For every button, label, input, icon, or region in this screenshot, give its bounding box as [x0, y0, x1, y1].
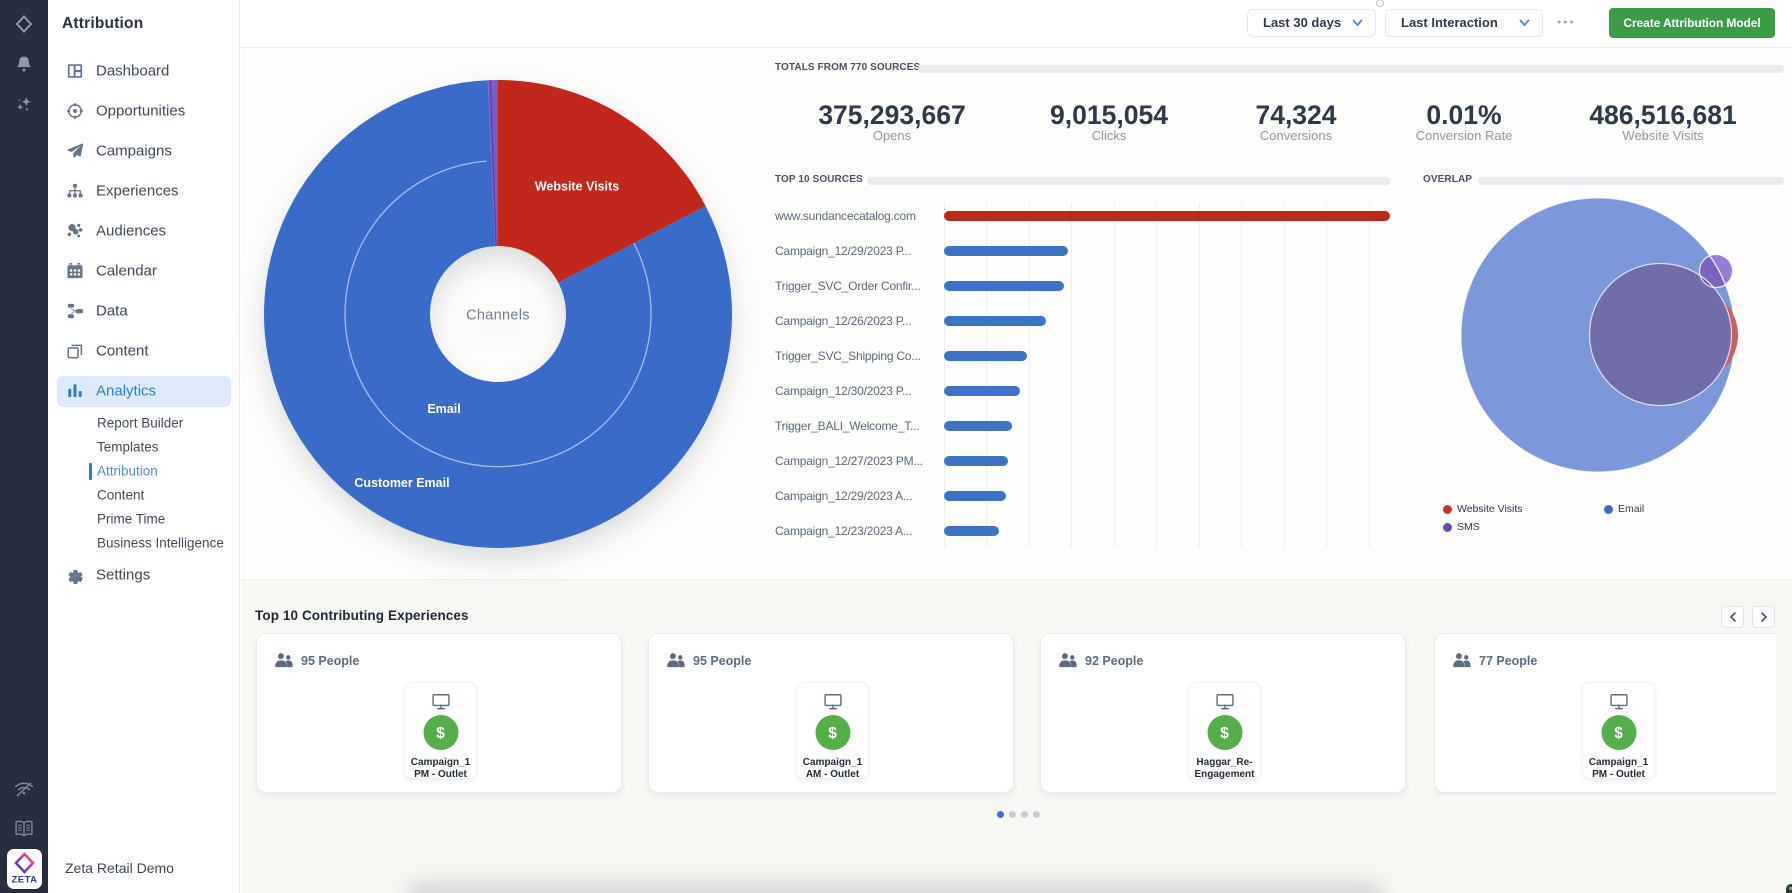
svg-text:Email: Email	[427, 402, 460, 416]
svg-text:Channels: Channels	[466, 308, 530, 324]
svg-text:ZETA: ZETA	[11, 875, 37, 886]
svg-text:$: $	[1220, 725, 1229, 742]
svg-text:Website Visits: Website Visits	[535, 180, 619, 194]
svg-text:$: $	[436, 725, 445, 742]
svg-text:$: $	[828, 725, 837, 742]
svg-text:$: $	[1614, 725, 1623, 742]
svg-text:Customer Email: Customer Email	[354, 476, 449, 490]
